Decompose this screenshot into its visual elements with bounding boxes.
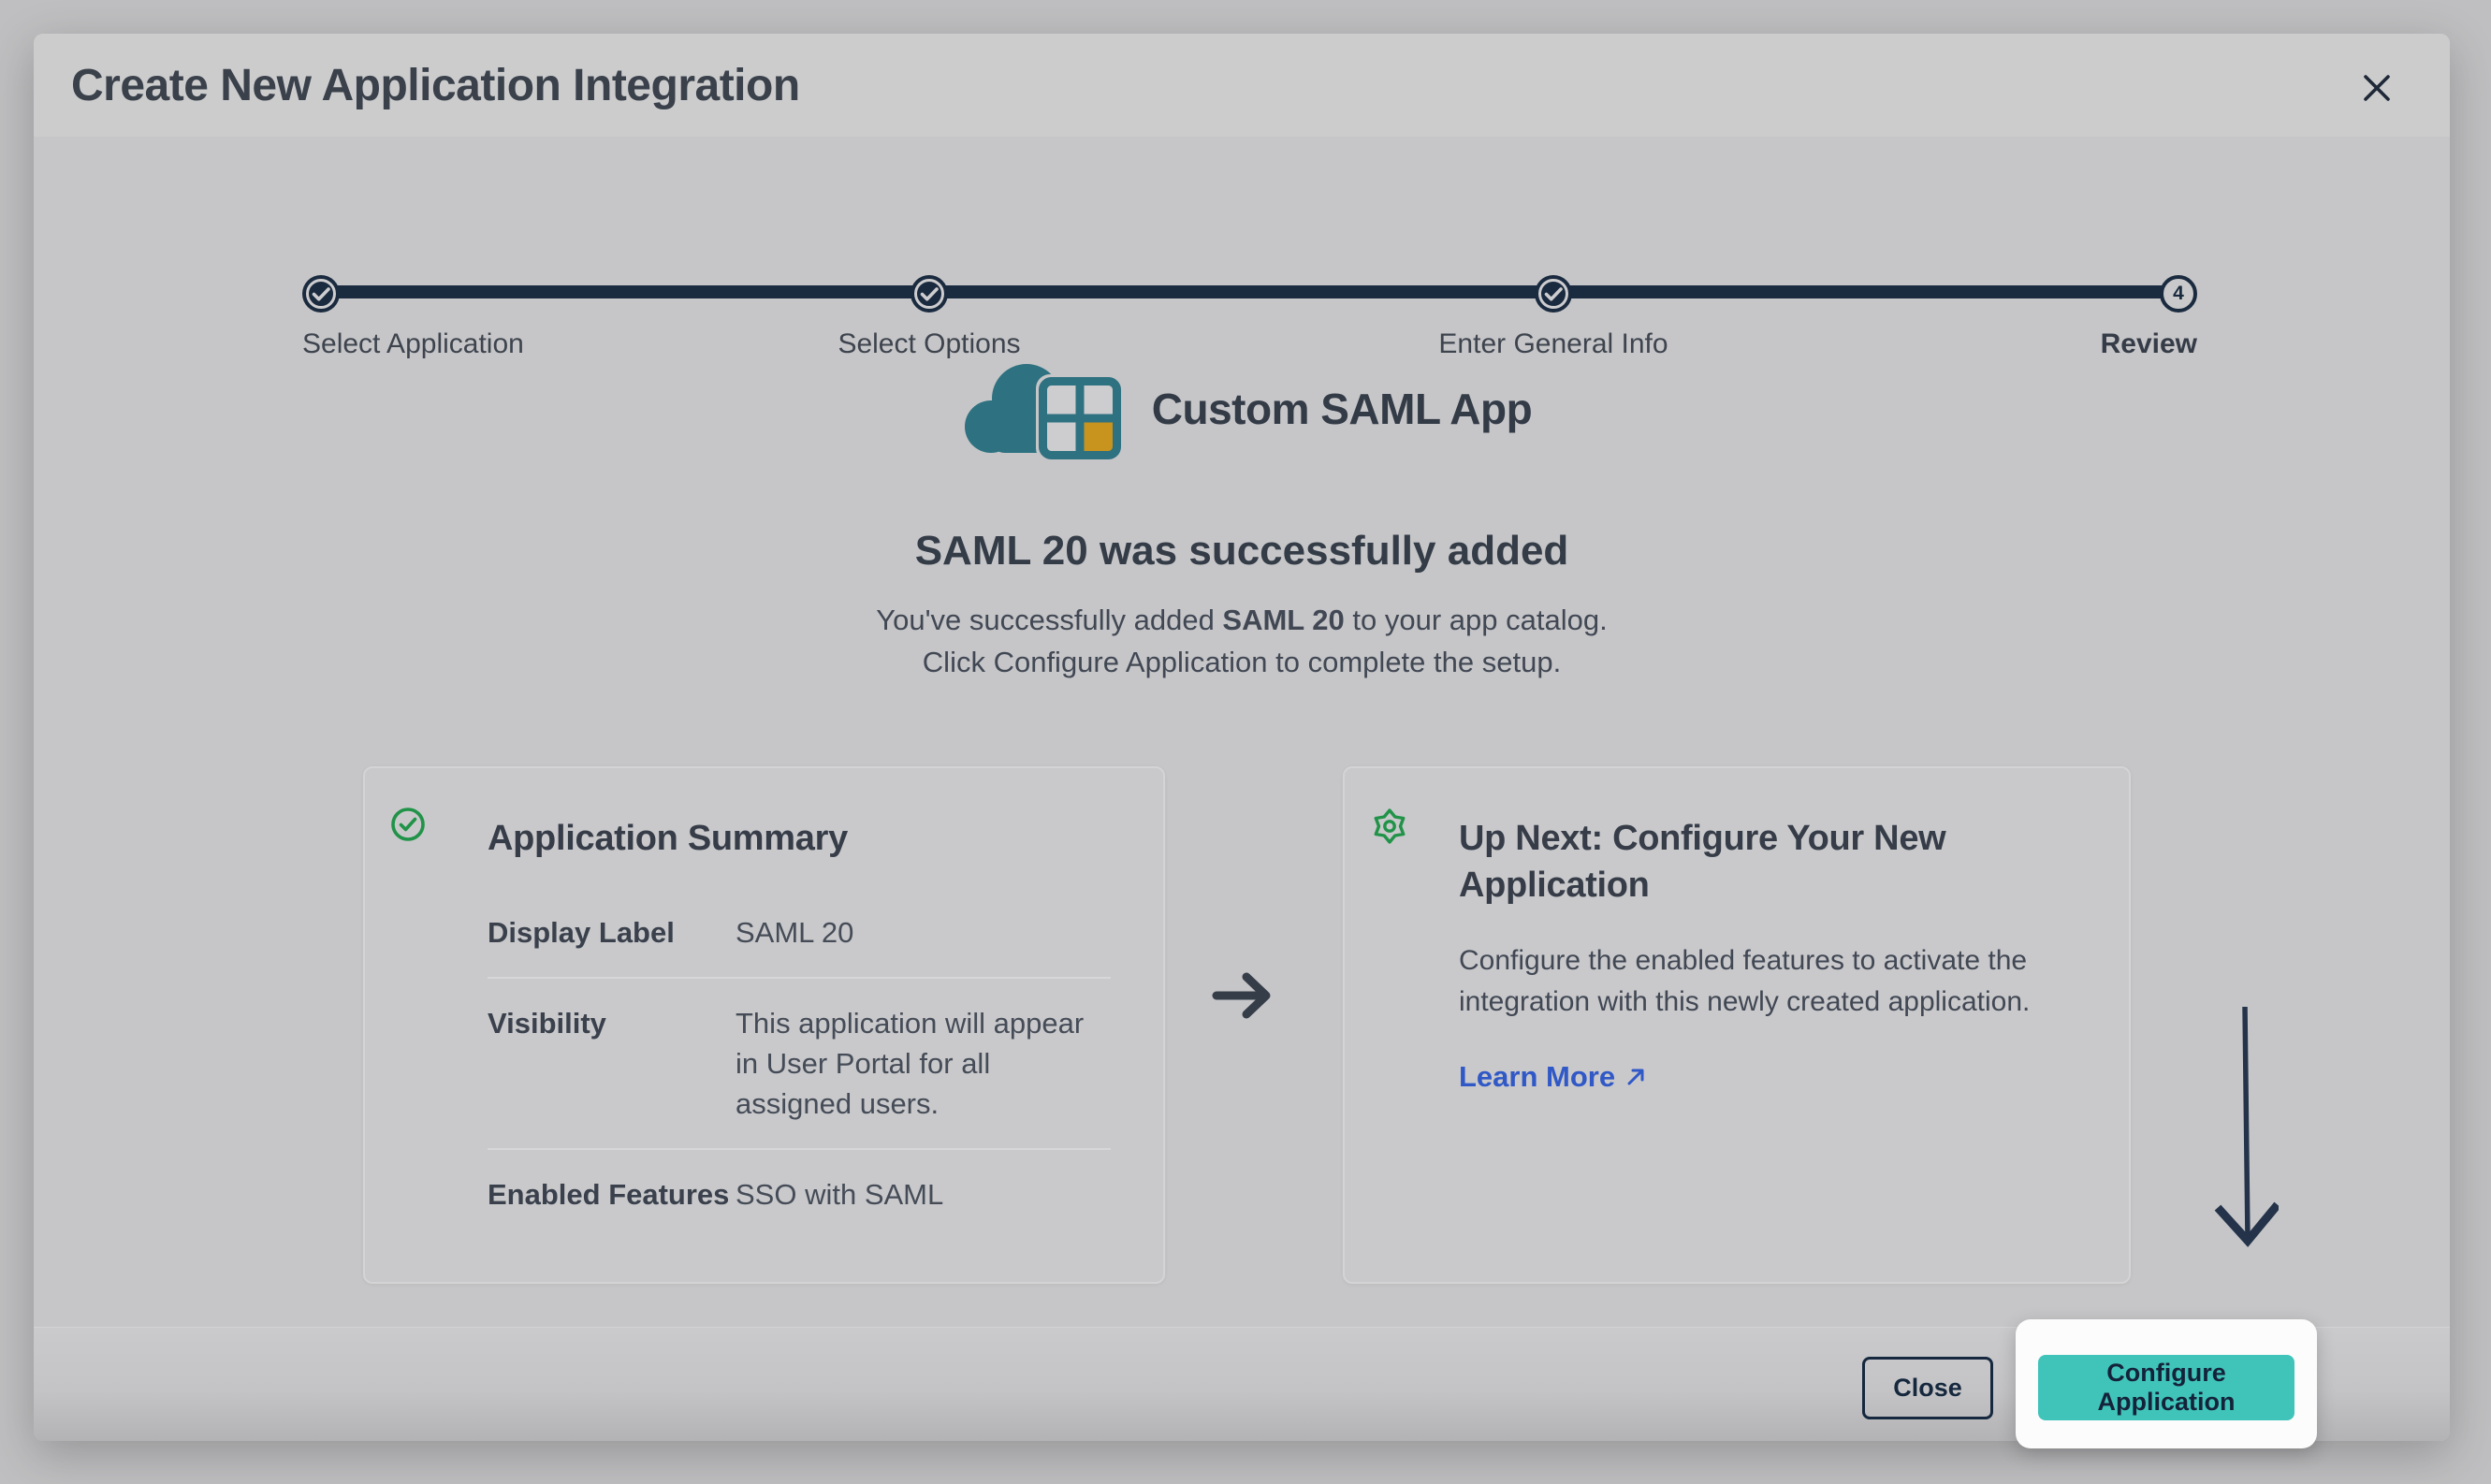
step-4-number: 4	[2173, 283, 2184, 305]
success-heading: SAML 20 was successfully added	[34, 528, 2450, 575]
summary-row-label: Enabled Features	[488, 1174, 736, 1215]
summary-row-value: SSO with SAML	[736, 1174, 1111, 1215]
learn-more-label: Learn More	[1459, 1060, 1615, 1094]
step-check-icon	[909, 273, 950, 314]
summary-row-label: Visibility	[488, 1003, 736, 1124]
success-subtext: You've successfully added SAML 20 to you…	[34, 599, 2450, 683]
summary-row-value: SAML 20	[736, 912, 1111, 953]
summary-row-visibility: Visibility This application will appear …	[488, 979, 1111, 1150]
down-arrow-icon	[2213, 1003, 2279, 1277]
summary-row-display-label: Display Label SAML 20	[488, 888, 1111, 979]
step-3-node[interactable]	[1533, 273, 1574, 314]
summary-row-label: Display Label	[488, 912, 736, 953]
close-x-glyph	[2360, 71, 2394, 105]
application-summary-card: Application Summary Display Label SAML 2…	[363, 766, 1165, 1284]
stepper-track	[321, 285, 2178, 298]
right-arrow-icon	[1209, 960, 1280, 1036]
success-line1-suffix: to your app catalog.	[1345, 604, 1608, 636]
create-app-integration-modal: Create New Application Integration	[34, 34, 2450, 1441]
cloud-grid-logo-icon	[952, 352, 1128, 466]
app-logo-label: Custom SAML App	[1152, 384, 1532, 434]
step-4-node[interactable]: 4	[2160, 275, 2197, 313]
close-icon[interactable]	[2356, 67, 2397, 109]
step-1-node[interactable]	[300, 273, 342, 314]
external-link-icon	[1624, 1066, 1647, 1088]
up-next-card: Up Next: Configure Your New Application …	[1343, 766, 2131, 1284]
summary-card-title: Application Summary	[488, 815, 1111, 862]
modal-header: Create New Application Integration	[34, 34, 2450, 137]
success-line1-appname: SAML 20	[1222, 604, 1344, 636]
modal-title: Create New Application Integration	[71, 60, 800, 111]
check-circle-icon	[389, 806, 427, 848]
gear-icon	[1369, 806, 1410, 851]
step-check-icon	[300, 273, 342, 314]
step-check-icon	[1533, 273, 1574, 314]
configure-application-button[interactable]: Configure Application	[2038, 1355, 2294, 1420]
up-next-card-title: Up Next: Configure Your New Application	[1459, 815, 2076, 909]
wizard-stepper: 4 Select Application Select Options Ente…	[34, 137, 2450, 305]
summary-row-value: This application will appear in User Por…	[736, 1003, 1111, 1124]
configure-button-spotlight: Configure Application	[2016, 1319, 2317, 1448]
success-line2: Click Configure Application to complete …	[923, 646, 1561, 678]
step-2-node[interactable]	[909, 273, 950, 314]
up-next-card-body: Configure the enabled features to activa…	[1459, 940, 2073, 1023]
learn-more-link[interactable]: Learn More	[1459, 1060, 1647, 1094]
close-button[interactable]: Close	[1862, 1357, 1993, 1419]
summary-row-enabled-features: Enabled Features SSO with SAML	[488, 1150, 1111, 1239]
success-line1-prefix: You've successfully added	[876, 604, 1222, 636]
page-background: Create New Application Integration	[0, 0, 2491, 1484]
summary-rows: Display Label SAML 20 Visibility This ap…	[488, 888, 1111, 1239]
app-logo: Custom SAML App	[34, 352, 2450, 466]
